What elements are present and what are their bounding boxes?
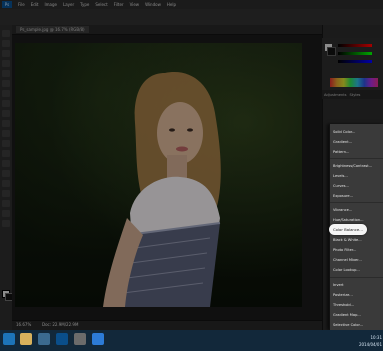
menu-item-invert[interactable]: Invert [333, 281, 383, 289]
menu-item-brightness-contrast[interactable]: Brightness/Contrast... [333, 162, 383, 170]
menu-item-channel-mixer[interactable]: Channel Mixer... [333, 256, 383, 264]
menu-divider [330, 202, 383, 203]
healing-tool-icon[interactable] [2, 90, 10, 97]
eraser-tool-icon[interactable] [2, 130, 10, 137]
menu-item-exposure[interactable]: Exposure... [333, 192, 383, 200]
menu-bar-item-select[interactable]: Select [95, 2, 107, 7]
shape-tool-icon[interactable] [2, 200, 10, 207]
word-taskbar-icon[interactable] [92, 333, 104, 345]
photoshop-logo-icon: Ps [2, 1, 12, 8]
menu-item-color-lookup[interactable]: Color Lookup... [333, 266, 383, 274]
green-slider[interactable] [338, 52, 372, 55]
color-panel-background-swatch[interactable] [327, 47, 336, 56]
menu-item-gradient[interactable]: Gradient... [333, 138, 383, 146]
gradient-tool-icon[interactable] [2, 140, 10, 147]
pen-tool-icon[interactable] [2, 170, 10, 177]
menu-bar-item-type[interactable]: Type [80, 2, 89, 7]
menu-item-levels[interactable]: Levels... [333, 172, 383, 180]
zoom-level-field[interactable]: 16.67% [14, 322, 33, 328]
file-explorer-icon[interactable] [20, 333, 32, 345]
photo-canvas[interactable] [15, 43, 302, 307]
history-brush-icon[interactable] [2, 120, 10, 127]
menu-bar-item-file[interactable]: File [18, 2, 25, 7]
photoshop-taskbar-icon[interactable] [56, 333, 68, 345]
menu-item-pattern[interactable]: Pattern... [333, 148, 383, 156]
menu-item-gradient-map[interactable]: Gradient Map... [333, 311, 383, 319]
brush-tool-icon[interactable] [2, 100, 10, 107]
eyedropper-tool-icon[interactable] [2, 80, 10, 87]
folder-icon[interactable] [38, 333, 50, 345]
menu-divider [330, 277, 383, 278]
menu-item-hue-saturation[interactable]: Hue/Saturation... [333, 216, 383, 224]
menu-item-photo-filter[interactable]: Photo Filter... [333, 246, 383, 254]
tab-styles[interactable]: Styles [350, 93, 361, 97]
menu-bar-item-view[interactable]: View [130, 2, 140, 7]
tab-adjustments[interactable]: Adjustments [324, 93, 347, 97]
hand-tool-icon[interactable] [2, 210, 10, 217]
menu-divider [330, 158, 383, 159]
zoom-tool-icon[interactable] [2, 220, 10, 227]
highlighted-menu-item-label[interactable]: Color Balance... [333, 226, 363, 233]
options-bar [0, 9, 383, 26]
document-tab[interactable]: Ps_sample.jpg @ 16.7% (RGB/8) [16, 26, 89, 33]
clock-time: 10:31 [370, 335, 382, 340]
clone-tool-icon[interactable] [2, 110, 10, 117]
menu-bar-item-help[interactable]: Help [167, 2, 176, 7]
menu-bar-item-layer[interactable]: Layer [63, 2, 74, 7]
menu-bar-item-image[interactable]: Image [44, 2, 57, 7]
dodge-tool-icon[interactable] [2, 160, 10, 167]
blur-tool-icon[interactable] [2, 150, 10, 157]
marquee-tool-icon[interactable] [2, 40, 10, 47]
clock-date: 2014/04/01 [358, 342, 382, 347]
menu-bar-item-edit[interactable]: Edit [31, 2, 39, 7]
quick-select-tool-icon[interactable] [2, 60, 10, 67]
menu-item-solid-color[interactable]: Solid Color... [333, 128, 383, 136]
move-tool-icon[interactable] [2, 30, 10, 37]
crop-tool-icon[interactable] [2, 70, 10, 77]
blue-slider[interactable] [338, 60, 372, 63]
path-select-tool-icon[interactable] [2, 190, 10, 197]
adjustments-panel-header: Adjustments Styles [322, 90, 383, 99]
menu-item-black-white[interactable]: Black & White... [333, 236, 383, 244]
menu-item-threshold[interactable]: Threshold... [333, 301, 383, 309]
type-tool-icon[interactable] [2, 180, 10, 187]
color-spectrum-bar[interactable] [330, 78, 378, 87]
portrait-image [103, 72, 221, 307]
menu-item-curves[interactable]: Curves... [333, 182, 383, 190]
lasso-tool-icon[interactable] [2, 50, 10, 57]
menu-item-selective-color[interactable]: Selective Color... [333, 321, 383, 329]
menu-bar-item-window[interactable]: Window [145, 2, 161, 7]
red-slider[interactable] [338, 44, 372, 47]
app-taskbar-icon[interactable] [74, 333, 86, 345]
menu-item-vibrance[interactable]: Vibrance... [333, 206, 383, 214]
internet-explorer-icon[interactable] [3, 333, 15, 345]
document-info: Doc: 22.9M/22.9M [42, 322, 79, 327]
menu-bar-item-filter[interactable]: Filter [114, 2, 124, 7]
taskbar-clock[interactable]: 10:31 2014/04/01 [356, 334, 382, 348]
menu-bar: File Edit Image Layer Type Select Filter View Wi… [0, 0, 383, 9]
menu-item-posterize[interactable]: Posterize... [333, 291, 383, 299]
